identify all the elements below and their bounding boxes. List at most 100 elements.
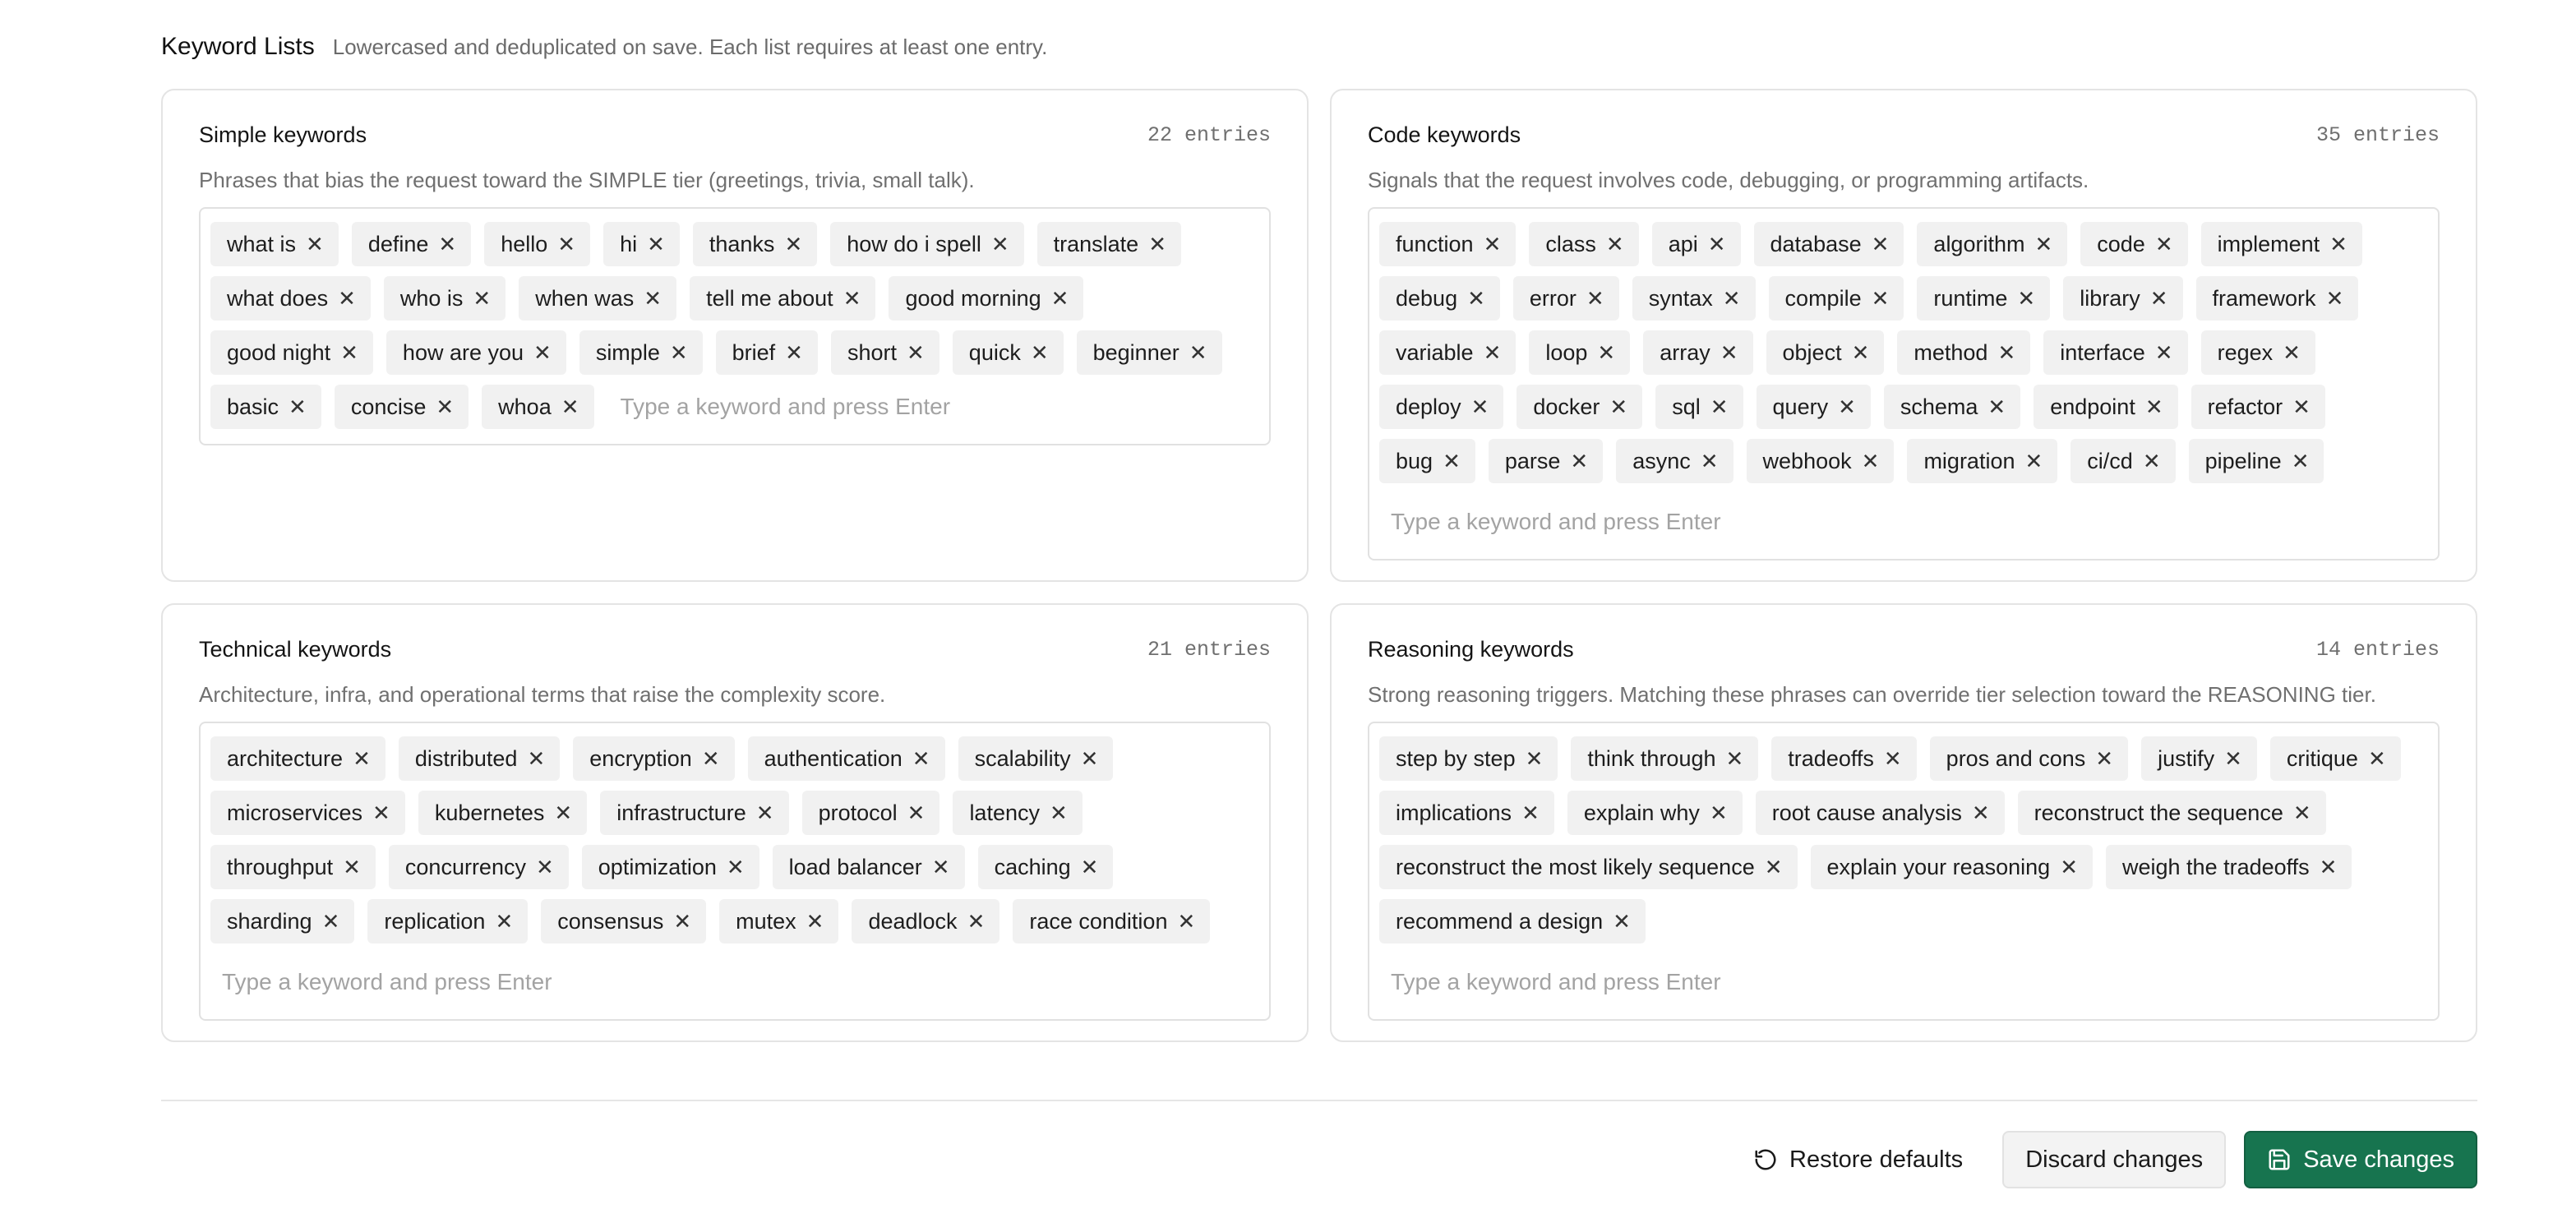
remove-tag-icon[interactable]: ✕ bbox=[1872, 288, 1890, 309]
remove-tag-icon[interactable]: ✕ bbox=[1570, 450, 1588, 472]
save-changes-button[interactable]: Save changes bbox=[2244, 1131, 2477, 1188]
remove-tag-icon[interactable]: ✕ bbox=[533, 342, 552, 363]
remove-tag-icon[interactable]: ✕ bbox=[1586, 288, 1604, 309]
remove-tag-icon[interactable]: ✕ bbox=[1613, 911, 1631, 932]
remove-tag-icon[interactable]: ✕ bbox=[1606, 233, 1624, 255]
remove-tag-icon[interactable]: ✕ bbox=[1148, 233, 1166, 255]
remove-tag-icon[interactable]: ✕ bbox=[912, 748, 930, 769]
remove-tag-icon[interactable]: ✕ bbox=[1443, 450, 1461, 472]
remove-tag-icon[interactable]: ✕ bbox=[2292, 450, 2310, 472]
remove-tag-icon[interactable]: ✕ bbox=[1081, 856, 1099, 878]
discard-changes-button[interactable]: Discard changes bbox=[2002, 1131, 2227, 1188]
remove-tag-icon[interactable]: ✕ bbox=[727, 856, 745, 878]
remove-tag-icon[interactable]: ✕ bbox=[1708, 233, 1726, 255]
remove-tag-icon[interactable]: ✕ bbox=[554, 802, 572, 824]
remove-tag-icon[interactable]: ✕ bbox=[2017, 288, 2035, 309]
remove-tag-icon[interactable]: ✕ bbox=[473, 288, 491, 309]
remove-tag-icon[interactable]: ✕ bbox=[2034, 233, 2052, 255]
remove-tag-icon[interactable]: ✕ bbox=[2024, 450, 2043, 472]
remove-tag-icon[interactable]: ✕ bbox=[1050, 802, 1068, 824]
remove-tag-icon[interactable]: ✕ bbox=[557, 233, 575, 255]
remove-tag-icon[interactable]: ✕ bbox=[1723, 288, 1741, 309]
remove-tag-icon[interactable]: ✕ bbox=[907, 802, 926, 824]
remove-tag-icon[interactable]: ✕ bbox=[340, 342, 358, 363]
remove-tag-icon[interactable]: ✕ bbox=[702, 748, 720, 769]
remove-tag-icon[interactable]: ✕ bbox=[967, 911, 986, 932]
remove-tag-icon[interactable]: ✕ bbox=[1177, 911, 1195, 932]
remove-tag-icon[interactable]: ✕ bbox=[353, 748, 371, 769]
remove-tag-icon[interactable]: ✕ bbox=[2150, 288, 2168, 309]
remove-tag-icon[interactable]: ✕ bbox=[2293, 802, 2311, 824]
remove-tag-icon[interactable]: ✕ bbox=[1720, 342, 1738, 363]
remove-tag-icon[interactable]: ✕ bbox=[2095, 748, 2113, 769]
remove-tag-icon[interactable]: ✕ bbox=[1701, 450, 1719, 472]
remove-tag-icon[interactable]: ✕ bbox=[932, 856, 950, 878]
remove-tag-icon[interactable]: ✕ bbox=[289, 396, 307, 418]
remove-tag-icon[interactable]: ✕ bbox=[1031, 342, 1049, 363]
remove-tag-icon[interactable]: ✕ bbox=[1710, 802, 1728, 824]
remove-tag-icon[interactable]: ✕ bbox=[561, 396, 579, 418]
remove-tag-icon[interactable]: ✕ bbox=[495, 911, 513, 932]
remove-tag-icon[interactable]: ✕ bbox=[1081, 748, 1099, 769]
remove-tag-icon[interactable]: ✕ bbox=[2329, 233, 2347, 255]
remove-tag-icon[interactable]: ✕ bbox=[756, 802, 774, 824]
remove-tag-icon[interactable]: ✕ bbox=[372, 802, 390, 824]
remove-tag-icon[interactable]: ✕ bbox=[1987, 396, 2006, 418]
remove-tag-icon[interactable]: ✕ bbox=[2060, 856, 2078, 878]
remove-tag-icon[interactable]: ✕ bbox=[1597, 342, 1615, 363]
remove-tag-icon[interactable]: ✕ bbox=[1726, 748, 1744, 769]
remove-tag-icon[interactable]: ✕ bbox=[2155, 342, 2173, 363]
remove-tag-icon[interactable]: ✕ bbox=[806, 911, 824, 932]
remove-tag-icon[interactable]: ✕ bbox=[338, 288, 356, 309]
remove-tag-icon[interactable]: ✕ bbox=[1765, 856, 1783, 878]
remove-tag-icon[interactable]: ✕ bbox=[2143, 450, 2161, 472]
remove-tag-icon[interactable]: ✕ bbox=[644, 288, 662, 309]
remove-tag-icon[interactable]: ✕ bbox=[1484, 342, 1502, 363]
remove-tag-icon[interactable]: ✕ bbox=[1710, 396, 1729, 418]
remove-tag-icon[interactable]: ✕ bbox=[1526, 748, 1544, 769]
remove-tag-icon[interactable]: ✕ bbox=[2283, 342, 2301, 363]
remove-tag-icon[interactable]: ✕ bbox=[438, 233, 456, 255]
restore-defaults-button[interactable]: Restore defaults bbox=[1732, 1131, 1984, 1188]
remove-tag-icon[interactable]: ✕ bbox=[991, 233, 1009, 255]
remove-tag-icon[interactable]: ✕ bbox=[785, 342, 803, 363]
keyword-input[interactable] bbox=[1391, 500, 2428, 544]
remove-tag-icon[interactable]: ✕ bbox=[343, 856, 361, 878]
remove-tag-icon[interactable]: ✕ bbox=[2145, 396, 2163, 418]
remove-tag-icon[interactable]: ✕ bbox=[527, 748, 545, 769]
remove-tag-icon[interactable]: ✕ bbox=[306, 233, 324, 255]
remove-tag-icon[interactable]: ✕ bbox=[647, 233, 665, 255]
remove-tag-icon[interactable]: ✕ bbox=[1872, 233, 1890, 255]
remove-tag-icon[interactable]: ✕ bbox=[1997, 342, 2015, 363]
keyword-input[interactable] bbox=[1391, 960, 2428, 1004]
remove-tag-icon[interactable]: ✕ bbox=[670, 342, 688, 363]
remove-tag-icon[interactable]: ✕ bbox=[784, 233, 802, 255]
remove-tag-icon[interactable]: ✕ bbox=[673, 911, 691, 932]
remove-tag-icon[interactable]: ✕ bbox=[2155, 233, 2173, 255]
remove-tag-icon[interactable]: ✕ bbox=[1972, 802, 1990, 824]
remove-tag-icon[interactable]: ✕ bbox=[2368, 748, 2386, 769]
tag-input-box[interactable]: function ✕ class ✕ api ✕ database ✕ algorithm ✕ co… bbox=[1368, 207, 2440, 561]
remove-tag-icon[interactable]: ✕ bbox=[2224, 748, 2242, 769]
remove-tag-icon[interactable]: ✕ bbox=[1471, 396, 1489, 418]
remove-tag-icon[interactable]: ✕ bbox=[536, 856, 554, 878]
remove-tag-icon[interactable]: ✕ bbox=[907, 342, 925, 363]
remove-tag-icon[interactable]: ✕ bbox=[1521, 802, 1540, 824]
remove-tag-icon[interactable]: ✕ bbox=[1484, 233, 1502, 255]
remove-tag-icon[interactable]: ✕ bbox=[1838, 396, 1856, 418]
remove-tag-icon[interactable]: ✕ bbox=[1189, 342, 1207, 363]
remove-tag-icon[interactable]: ✕ bbox=[1051, 288, 1069, 309]
tag-input-box[interactable]: architecture ✕ distributed ✕ encryption ✕ auth… bbox=[199, 722, 1271, 1021]
remove-tag-icon[interactable]: ✕ bbox=[2292, 396, 2311, 418]
tag-input-box[interactable]: what is ✕ define ✕ hello ✕ hi ✕ thanks ✕ how do i … bbox=[199, 207, 1271, 445]
remove-tag-icon[interactable]: ✕ bbox=[2326, 288, 2344, 309]
remove-tag-icon[interactable]: ✕ bbox=[2320, 856, 2338, 878]
remove-tag-icon[interactable]: ✕ bbox=[1609, 396, 1627, 418]
remove-tag-icon[interactable]: ✕ bbox=[322, 911, 340, 932]
remove-tag-icon[interactable]: ✕ bbox=[436, 396, 454, 418]
keyword-input[interactable] bbox=[620, 385, 1259, 429]
remove-tag-icon[interactable]: ✕ bbox=[1862, 450, 1880, 472]
remove-tag-icon[interactable]: ✕ bbox=[1884, 748, 1902, 769]
tag-input-box[interactable]: step by step ✕ think through ✕ tradeoffs ✕ pro… bbox=[1368, 722, 2440, 1021]
remove-tag-icon[interactable]: ✕ bbox=[843, 288, 861, 309]
